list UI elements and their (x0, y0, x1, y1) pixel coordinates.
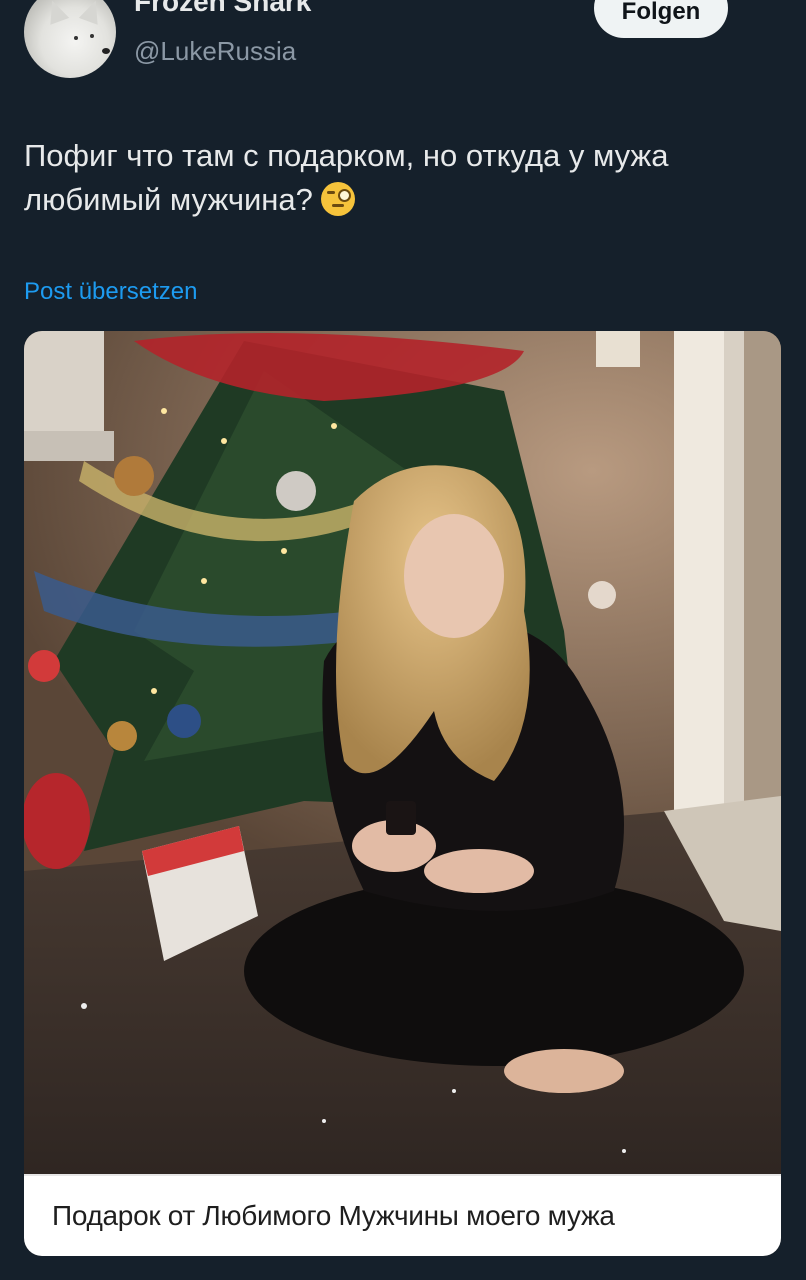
avatar-nose (102, 48, 110, 54)
photo[interactable] (24, 331, 781, 1174)
face-with-monocle-icon (320, 182, 355, 216)
tweet-page: Frozen Shark @LukeRussia Folgen Пофиг чт… (0, 0, 806, 1280)
avatar[interactable] (24, 0, 116, 78)
user-handle[interactable]: @LukeRussia (134, 36, 296, 67)
avatar-ear-left (42, 0, 70, 25)
tweet-text: Пофиг что там с подарком, но откуда у му… (24, 134, 784, 222)
translate-post-link[interactable]: Post übersetzen (24, 278, 197, 306)
tweet-header: Frozen Shark @LukeRussia Folgen (0, 0, 806, 90)
media-card[interactable]: Подарок от Любимого Мужчины моего мужа (24, 331, 781, 1256)
image-caption-bar: Подарок от Любимого Мужчины моего мужа (24, 1174, 781, 1256)
follow-button-label: Folgen (621, 0, 701, 25)
image-caption: Подарок от Любимого Мужчины моего мужа (52, 1200, 615, 1231)
avatar-eye (90, 34, 94, 38)
avatar-eye (74, 36, 78, 40)
avatar-ear-right (78, 0, 106, 25)
follow-button[interactable]: Folgen (594, 0, 728, 38)
display-name-label: Frozen Shark (134, 0, 312, 17)
photo-illustration (24, 331, 781, 1174)
display-name[interactable]: Frozen Shark (134, 0, 324, 18)
